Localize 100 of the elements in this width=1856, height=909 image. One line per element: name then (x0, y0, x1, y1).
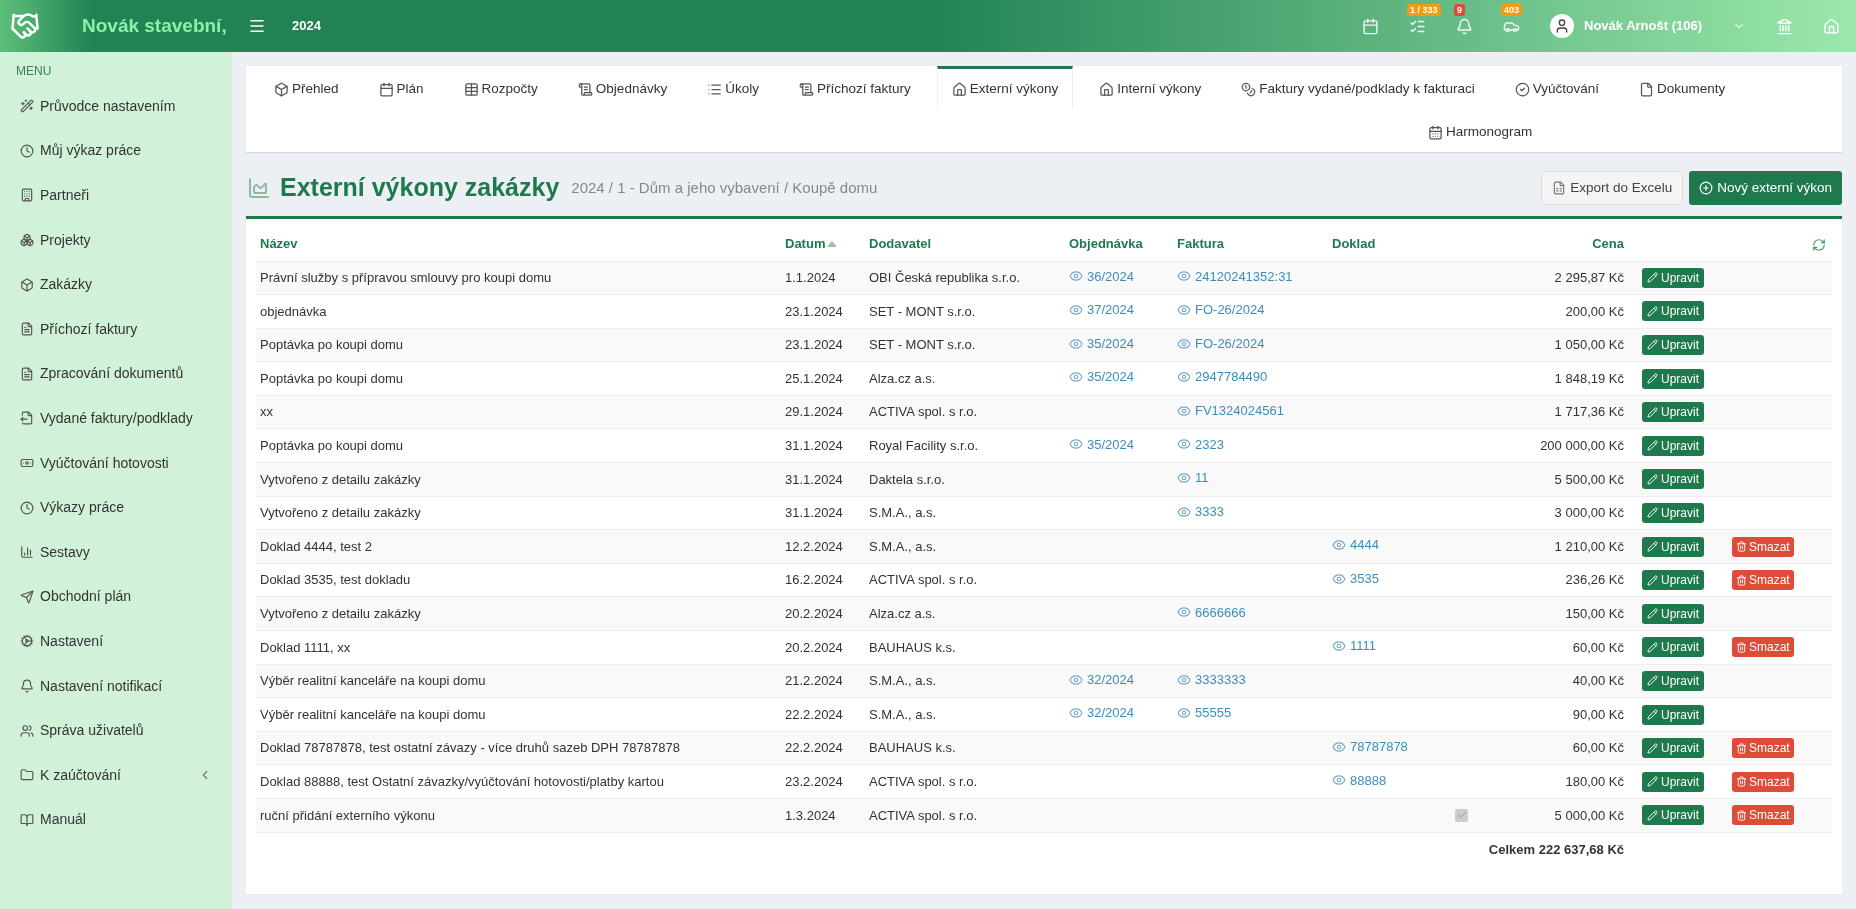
link[interactable]: 2323 (1177, 434, 1224, 455)
column-header[interactable]: Faktura (1173, 227, 1328, 261)
tab[interactable]: Externí výkony (936, 66, 1074, 109)
link[interactable]: 35/2024 (1069, 367, 1134, 387)
link[interactable]: FO-26/2024 (1177, 300, 1265, 320)
link[interactable]: 4444 (1332, 535, 1379, 555)
column-header[interactable]: Dodavatel (865, 227, 1065, 261)
sidebar-item[interactable]: Zpracování dokumentů (0, 351, 232, 397)
table-cell: 236,26 Kč (1478, 563, 1628, 597)
tab[interactable]: Dokumenty (1624, 66, 1740, 109)
link[interactable]: 35/2024 (1069, 333, 1134, 354)
tab[interactable]: Objednávky (563, 66, 682, 109)
link[interactable]: 11 (1177, 468, 1209, 488)
tab[interactable]: Příchozí faktury (784, 66, 925, 109)
link[interactable]: 1111 (1332, 636, 1377, 656)
link[interactable]: 37/2024 (1069, 300, 1134, 320)
edit-button[interactable]: Upravit (1642, 469, 1704, 490)
sidebar-item[interactable]: K zaúčtování (0, 752, 232, 798)
bell-icon[interactable] (1456, 17, 1473, 35)
spreadsheet-icon (1552, 181, 1567, 195)
sidebar-item[interactable]: Můj výkaz práce (0, 128, 232, 174)
table-cell: Výběr realitní kanceláře na koupi domu (256, 697, 781, 732)
edit-button[interactable]: Upravit (1642, 738, 1704, 759)
sidebar-item[interactable]: Správa uživatelů (0, 708, 232, 753)
eye-icon (1069, 706, 1083, 721)
edit-button[interactable]: Upravit (1642, 435, 1704, 456)
edit-button[interactable]: Upravit (1642, 603, 1704, 624)
trash-icon (1736, 809, 1747, 821)
link[interactable]: 32/2024 (1069, 669, 1134, 690)
edit-button[interactable]: Upravit (1642, 502, 1704, 523)
edit-button[interactable]: Upravit (1642, 637, 1704, 658)
table-cell: 3 000,00 Kč (1478, 496, 1628, 530)
home-icon[interactable] (1823, 17, 1840, 35)
edit-button[interactable]: Upravit (1642, 335, 1704, 355)
tab[interactable]: Úkoly (693, 66, 773, 109)
edit-button[interactable]: Upravit (1642, 670, 1704, 691)
sidebar-item[interactable]: Manuál (0, 797, 232, 843)
link[interactable]: 35/2024 (1069, 434, 1134, 455)
delete-button[interactable]: Smazat (1732, 738, 1794, 759)
tab[interactable]: Plán (364, 66, 438, 109)
link[interactable]: 88888 (1332, 770, 1387, 791)
edit-button[interactable]: Upravit (1642, 805, 1704, 826)
edit-button[interactable]: Upravit (1642, 536, 1704, 557)
sidebar-item[interactable]: Průvodce nastavením (0, 84, 232, 129)
sidebar-item[interactable]: Vydané faktury/podklady (0, 396, 232, 441)
delete-button[interactable]: Smazat (1732, 771, 1794, 792)
delete-button[interactable]: Smazat (1732, 536, 1794, 557)
column-header[interactable]: Doklad (1328, 227, 1478, 261)
link[interactable]: 24120241352:31 (1177, 266, 1293, 287)
export-button[interactable]: Export do Excelu (1541, 171, 1684, 205)
sidebar-item[interactable]: Výkazy práce (0, 485, 232, 530)
column-header[interactable]: Cena (1478, 227, 1628, 261)
table-cell: S.M.A., a.s. (865, 697, 1065, 732)
sidebar-item[interactable]: Obchodní plán (0, 574, 232, 620)
tab[interactable]: Harmonogram (1414, 109, 1547, 152)
sidebar-item[interactable]: Nastavení (0, 619, 232, 664)
sidebar-item[interactable]: Příchozí faktury (0, 306, 232, 352)
sidebar-item[interactable]: Vyúčtování hotovosti (0, 440, 232, 486)
tab[interactable]: Přehled (260, 66, 353, 109)
sidebar-item[interactable]: Zakázky (0, 262, 232, 307)
delete-button[interactable]: Smazat (1732, 805, 1794, 826)
sidebar-item[interactable]: Sestavy (0, 529, 232, 575)
tab[interactable]: Interní výkony (1085, 66, 1216, 109)
column-header[interactable]: Datum (781, 227, 865, 261)
link[interactable]: 6666666 (1177, 602, 1246, 623)
edit-button[interactable]: Upravit (1642, 704, 1704, 725)
link[interactable]: FO-26/2024 (1177, 333, 1265, 354)
link[interactable]: 2947784490 (1177, 367, 1268, 387)
edit-button[interactable]: Upravit (1642, 771, 1704, 792)
edit-button[interactable]: Upravit (1642, 301, 1704, 322)
bank-icon[interactable] (1776, 17, 1793, 35)
edit-button[interactable]: Upravit (1642, 267, 1704, 288)
delete-button[interactable]: Smazat (1732, 637, 1794, 658)
table-cell: OBI Česká republika s.r.o. (865, 261, 1065, 295)
menu-toggle-icon[interactable] (248, 17, 266, 35)
edit-button[interactable]: Upravit (1642, 402, 1704, 423)
table-cell: 31.1.2024 (781, 428, 865, 463)
sidebar-item[interactable]: Nastavení notifikací (0, 663, 232, 709)
link[interactable]: 36/2024 (1069, 266, 1134, 287)
tab[interactable]: Vyúčtování (1500, 66, 1613, 109)
link[interactable]: 32/2024 (1069, 703, 1134, 723)
edit-button[interactable]: Upravit (1642, 570, 1704, 591)
link[interactable]: 3333333 (1177, 669, 1246, 690)
refresh-icon[interactable] (1812, 237, 1826, 252)
calendar-icon[interactable] (1362, 17, 1379, 35)
link[interactable]: 3535 (1332, 569, 1379, 589)
delete-button[interactable]: Smazat (1732, 570, 1794, 591)
column-header[interactable]: Název (256, 227, 781, 261)
new-button[interactable]: Nový externí výkon (1689, 171, 1842, 205)
edit-button[interactable]: Upravit (1642, 368, 1704, 389)
link[interactable]: 78787878 (1332, 737, 1408, 757)
eye-icon (1069, 269, 1083, 284)
link[interactable]: 55555 (1177, 703, 1232, 723)
tab[interactable]: Rozpočty (449, 66, 552, 109)
sidebar-item[interactable]: Projekty (0, 217, 232, 263)
column-header[interactable]: Objednávka (1065, 227, 1173, 261)
link[interactable]: 3333 (1177, 501, 1224, 522)
link[interactable]: FV1324024561 (1177, 401, 1284, 421)
sidebar-item[interactable]: Partneři (0, 173, 232, 218)
tab[interactable]: Faktury vydané/podklady k fakturaci (1227, 66, 1489, 109)
